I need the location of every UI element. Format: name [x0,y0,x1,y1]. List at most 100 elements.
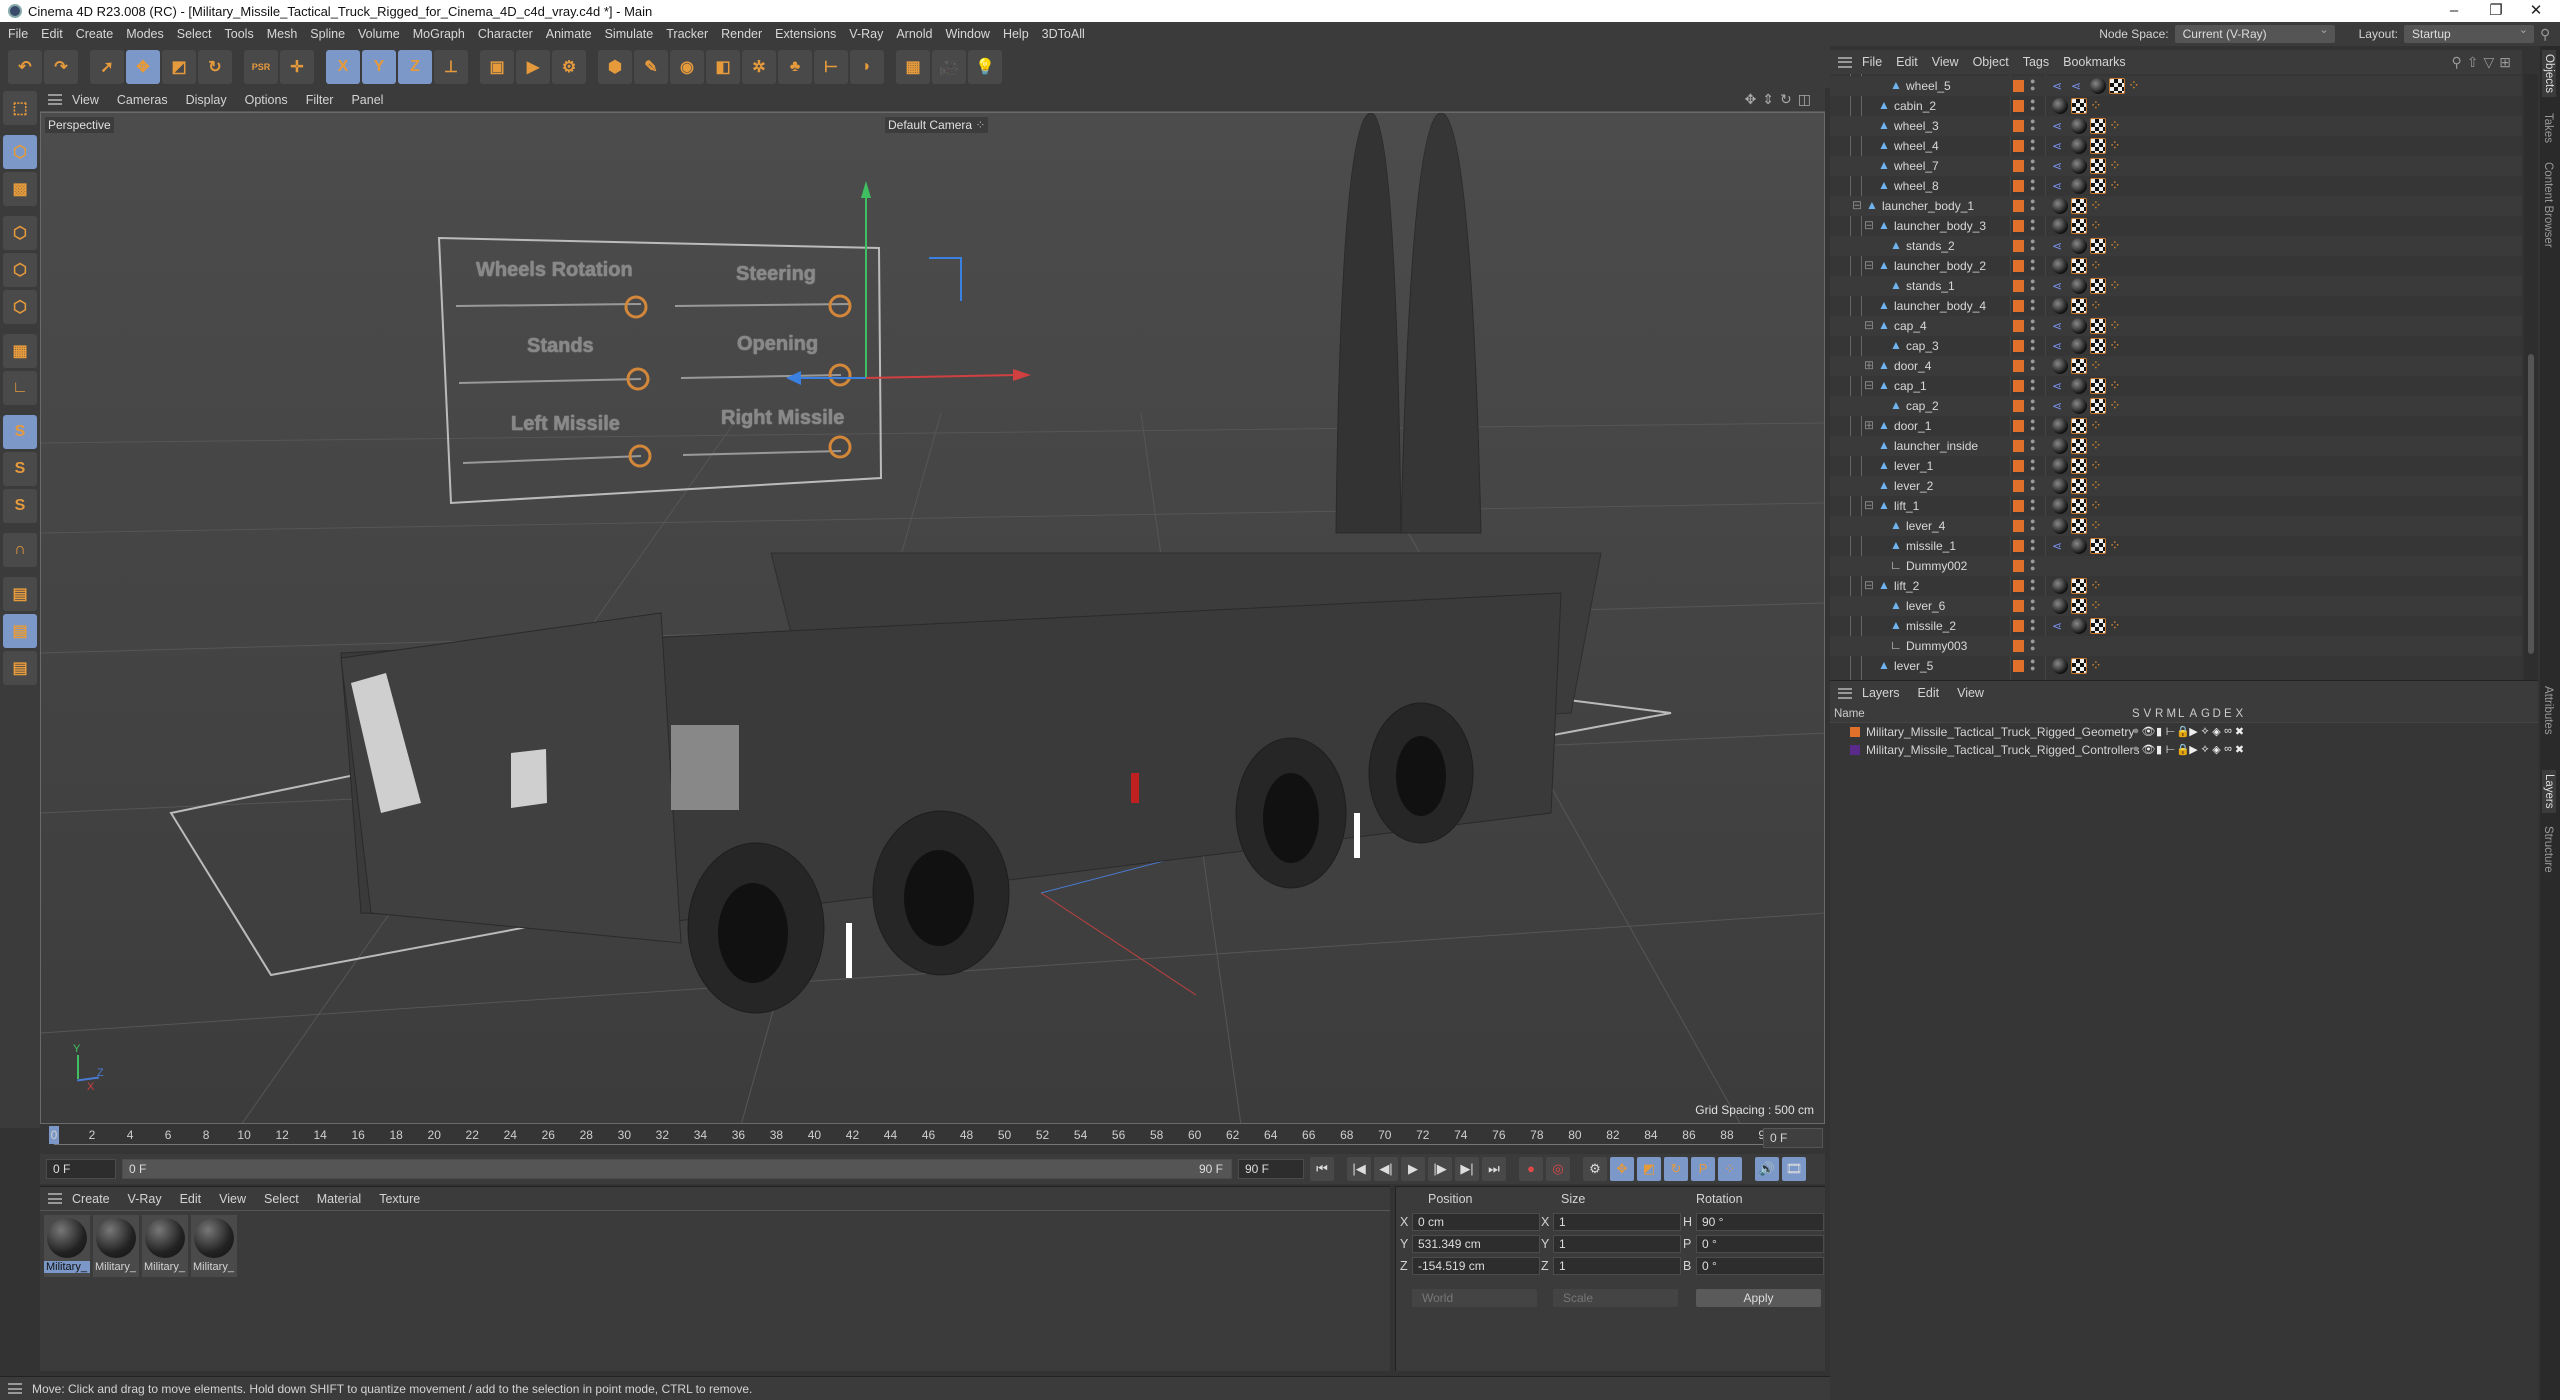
layer-color-swatch[interactable] [2013,280,2024,292]
coord-pos-field[interactable]: -154.519 cm [1412,1257,1540,1275]
layer-color-swatch[interactable] [2013,560,2024,572]
uv-tag-icon[interactable] [2071,98,2087,114]
timeline-ruler[interactable]: 0 2 4 6 8 10 12 14 16 18 20 22 24 26 28 30 32 34 36 38 40 42 4… [40,1124,1825,1154]
layer-toggle-icon[interactable]: ∞ [2222,743,2234,757]
visibility-dots-icon[interactable]: ● ● [2030,137,2035,153]
vertex-tag-icon[interactable]: ⁘ [2109,378,2125,394]
object-name[interactable]: launcher_body_2 [1894,259,1986,273]
viewport-nav-icons[interactable]: ✥⇕↻◫ [1745,91,1817,108]
layer-column-l[interactable]: L [2178,708,2184,720]
layer-menu-view[interactable]: View [1957,686,1984,700]
uv-tag-icon[interactable] [2071,458,2087,474]
visibility-dots-icon[interactable]: ● ● [2030,397,2035,413]
object-list[interactable]: ▲ wheel_5 ● ● ⋖ ⋖ ⁘ ▲ cabin_2 ● ● ⁘ ▲ wheel_3 ● ● ⋖ ⁘ ▲ whe… [1830,74,2522,724]
layer-toggle-icon[interactable]: ▶ [2188,725,2200,739]
uv-tag-icon[interactable] [2071,658,2087,674]
visibility-dots-icon[interactable]: ● ● [2030,617,2035,633]
layer-toggle-icon[interactable]: ◈ [2211,743,2223,757]
menu-v-ray[interactable]: V-Ray [849,27,883,41]
vertex-tag-icon[interactable]: ⁘ [2109,278,2125,294]
layer-menu-layers[interactable]: Layers [1862,686,1900,700]
sound-button[interactable]: 🔊 [1755,1157,1779,1181]
phong-tag-icon[interactable] [2071,118,2087,134]
visibility-dots-icon[interactable]: ● ● [2030,257,2035,273]
object-name[interactable]: lever_1 [1894,459,1933,473]
object-name[interactable]: lever_6 [1906,599,1945,613]
viewport-menu-filter[interactable]: Filter [306,93,334,107]
layer-toggle-icon[interactable]: ⟡ [2199,725,2211,739]
texture-mode-button[interactable]: ▩ [3,172,37,206]
object-name[interactable]: cap_3 [1906,339,1939,353]
vertex-tag-icon[interactable]: ⁘ [2090,598,2106,614]
object-row[interactable]: ▲ lever_6 ● ● ⁘ [1830,596,2522,616]
layer-color-swatch[interactable] [2013,340,2024,352]
object-row[interactable]: ▲ wheel_5 ● ● ⋖ ⋖ ⁘ [1830,76,2522,96]
uv-tag-icon[interactable] [2090,378,2106,394]
edges-mode-button[interactable]: ⬡ [3,253,37,287]
coordinate-system-button[interactable]: ⊥ [434,50,468,84]
camera-button[interactable]: 🎥 [932,50,966,84]
object-menu-tags[interactable]: Tags [2023,55,2049,69]
volume-builder-button[interactable]: ♣ [778,50,812,84]
timeline-current-frame-field[interactable]: 0 F [1763,1128,1823,1148]
extrude-button[interactable]: ◧ [706,50,740,84]
object-name[interactable]: lever_2 [1894,479,1933,493]
layer-toggle-icon[interactable]: 🔒 [2176,743,2190,757]
object-row[interactable]: ▲ stands_2 ● ● ⋖ ⁘ [1830,236,2522,256]
vertex-tag-icon[interactable]: ⁘ [2090,218,2106,234]
uv-tag-icon[interactable] [2090,278,2106,294]
key-position-button[interactable]: ✥ [1610,1157,1634,1181]
weight-tag-icon[interactable]: ⋖ [2052,138,2068,154]
vertex-tag-icon[interactable]: ⁘ [2090,498,2106,514]
weight-tag-icon[interactable]: ⋖ [2052,338,2068,354]
uv-tag-icon[interactable] [2071,498,2087,514]
phong-tag-icon[interactable] [2071,278,2087,294]
layer-name[interactable]: Military_Missile_Tactical_Truck_Rigged_C… [1866,743,2140,757]
go-to-end-button[interactable]: ⏭ [1482,1157,1506,1181]
floor-button[interactable]: ▦ [896,50,930,84]
material-menu-texture[interactable]: Texture [379,1192,420,1206]
viewport-menu-options[interactable]: Options [245,93,288,107]
workplane-align-button[interactable]: ▤ [3,651,37,685]
layer-color-swatch[interactable] [2013,100,2024,112]
weight-tag-icon[interactable]: ⋖ [2052,538,2068,554]
layer-column-d[interactable]: D [2213,708,2221,720]
restore-icon[interactable]: ❐ [2476,0,2516,22]
weight-tag-icon[interactable]: ⋖ [2052,158,2068,174]
material-menu-edit[interactable]: Edit [180,1192,202,1206]
object-row[interactable]: ▲ lever_2 ● ● ⁘ [1830,476,2522,496]
scrollbar-thumb[interactable] [2528,354,2534,654]
object-row[interactable]: ▲ missile_2 ● ● ⋖ ⁘ [1830,616,2522,636]
timeline-mode-button[interactable]: 🎞 [1782,1157,1806,1181]
visibility-dots-icon[interactable]: ● ● [2030,277,2035,293]
uv-tag-icon[interactable] [2071,478,2087,494]
transform-button[interactable]: ✛ [280,50,314,84]
expand-plus-icon[interactable]: ⊞ [1864,358,1874,372]
render-view-button[interactable]: ▣ [480,50,514,84]
visibility-dots-icon[interactable]: ● ● [2030,317,2035,333]
visibility-dots-icon[interactable]: ● ● [2030,197,2035,213]
weight-tag-icon[interactable]: ⋖ [2052,278,2068,294]
uv-tag-icon[interactable] [2090,318,2106,334]
layer-color-swatch[interactable] [2013,400,2024,412]
phong-tag-icon[interactable] [2071,158,2087,174]
menu-character[interactable]: Character [478,27,533,41]
vertex-tag-icon[interactable]: ⁘ [2090,418,2106,434]
vertex-tag-icon[interactable]: ⁘ [2090,98,2106,114]
phong-tag-icon[interactable] [2052,218,2068,234]
layer-column-v[interactable]: V [2144,708,2152,720]
object-name[interactable]: missile_2 [1906,619,1956,633]
expand-minus-icon[interactable]: ⊟ [1852,198,1862,212]
layer-color-swatch[interactable] [2013,540,2024,552]
material-thumbnail[interactable]: Military_ [142,1215,188,1277]
layer-color-swatch[interactable] [2013,640,2024,652]
layer-menu-edit[interactable]: Edit [1918,686,1940,700]
menu-arnold[interactable]: Arnold [896,27,932,41]
layer-color-swatch[interactable] [2013,220,2024,232]
frame-range-slider[interactable]: 0 F 90 F [122,1159,1232,1179]
keyframe-selection-button[interactable]: ⚙ [1583,1157,1607,1181]
side-tab-structure[interactable]: Structure [2542,826,2554,873]
object-name[interactable]: lever_5 [1894,659,1933,673]
expand-minus-icon[interactable]: ⊟ [1864,258,1874,272]
weight-tag-icon[interactable]: ⋖ [2052,178,2068,194]
